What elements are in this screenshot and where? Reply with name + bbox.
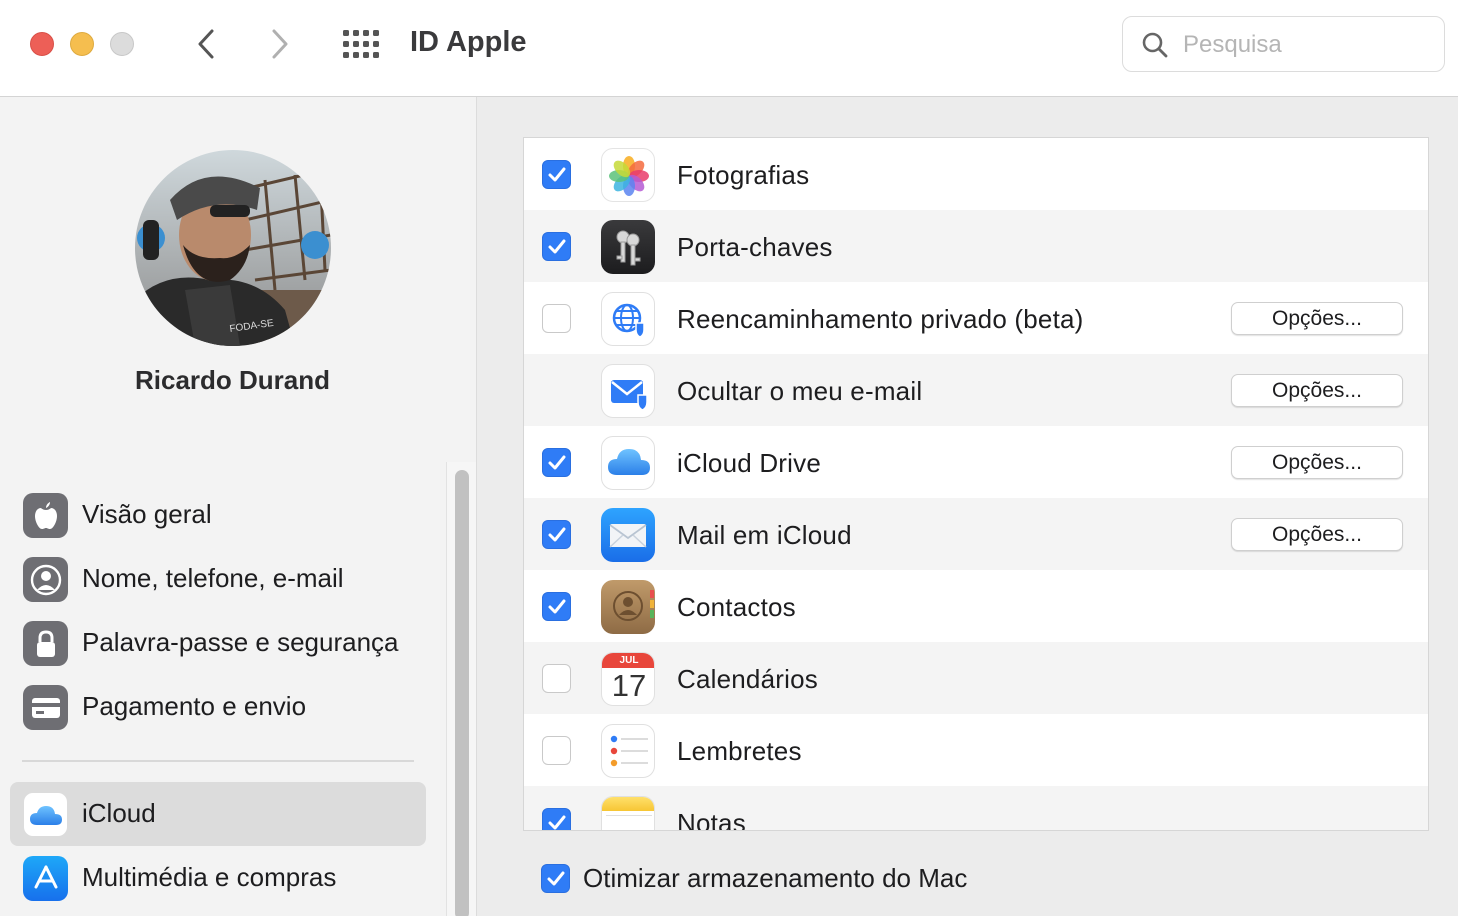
forward-button[interactable] xyxy=(260,24,300,64)
calendar-icon: JUL 17 xyxy=(601,652,655,706)
app-store-icon xyxy=(23,856,68,901)
chevron-left-icon xyxy=(198,29,214,59)
list-item-icloud-drive: iCloud Drive Opções... xyxy=(524,426,1428,498)
icloud-drive-label: iCloud Drive xyxy=(677,448,822,478)
list-item-photos: Fotografias xyxy=(524,138,1428,210)
credit-card-icon xyxy=(23,685,68,730)
mail-options-button[interactable]: Opções... xyxy=(1231,518,1403,551)
optimize-storage-checkbox[interactable] xyxy=(541,864,570,893)
sidebar-item-name-phone-email[interactable]: Nome, telefone, e-mail xyxy=(10,547,426,611)
icloud-drive-icon xyxy=(601,436,655,490)
keychain-icon xyxy=(601,220,655,274)
user-name: Ricardo Durand xyxy=(134,365,331,395)
mail-icon xyxy=(601,508,655,562)
chevron-right-icon xyxy=(272,29,288,59)
checkmark-icon xyxy=(548,455,565,469)
keychain-checkbox[interactable] xyxy=(542,232,571,261)
icloud-drive-checkbox[interactable] xyxy=(542,448,571,477)
sidebar-item-label: Multimédia e compras xyxy=(82,862,337,892)
sidebar-item-label: iCloud xyxy=(82,798,156,828)
hide-my-email-label: Ocultar o meu e-mail xyxy=(677,376,923,406)
search-input[interactable] xyxy=(1183,29,1433,61)
calendar-day: 17 xyxy=(611,668,647,703)
show-all-preferences-button[interactable] xyxy=(340,26,384,62)
close-window-button[interactable] xyxy=(30,32,54,56)
private-relay-icon xyxy=(601,292,655,346)
notes-label: Notas xyxy=(677,808,746,831)
mail-label: Mail em iCloud xyxy=(677,520,852,550)
list-item-private-relay: Reencaminhamento privado (beta) Opções..… xyxy=(524,282,1428,354)
list-item-calendars: JUL 17 Calendários xyxy=(524,642,1428,714)
icloud-icon xyxy=(23,792,68,837)
list-item-contacts: Contactos xyxy=(524,570,1428,642)
contacts-label: Contactos xyxy=(677,592,796,622)
calendars-checkbox[interactable] xyxy=(542,664,571,693)
main-content: Fotografias Porta-chaves Reencaminhament… xyxy=(478,97,1458,916)
sidebar-item-label: Palavra-passe e segurança xyxy=(82,627,399,657)
reminders-icon xyxy=(601,724,655,778)
sidebar-item-media-purchases[interactable]: Multimédia e compras xyxy=(10,846,426,910)
checkmark-icon xyxy=(548,239,565,253)
sidebar-item-overview[interactable]: Visão geral xyxy=(10,483,426,547)
sidebar-item-icloud[interactable]: iCloud xyxy=(10,782,426,846)
minimize-window-button[interactable] xyxy=(70,32,94,56)
person-icon xyxy=(23,557,68,602)
list-item-notes: Notas xyxy=(524,786,1428,831)
checkmark-icon xyxy=(548,599,565,613)
sidebar: FODA-SE Ricardo Durand Visão geral Nome,… xyxy=(0,97,477,916)
checkmark-icon xyxy=(548,167,565,181)
sidebar-divider xyxy=(22,760,414,762)
sidebar-item-payment-shipping[interactable]: Pagamento e envio xyxy=(10,675,426,739)
sidebar-item-password-security[interactable]: Palavra-passe e segurança xyxy=(10,611,426,675)
back-button[interactable] xyxy=(186,24,226,64)
contacts-checkbox[interactable] xyxy=(542,592,571,621)
apple-logo-icon xyxy=(23,493,68,538)
grid-icon xyxy=(343,30,379,58)
checkmark-icon xyxy=(547,871,564,885)
photos-icon xyxy=(601,148,655,202)
photos-label: Fotografias xyxy=(677,160,810,190)
reminders-label: Lembretes xyxy=(677,736,802,766)
calendar-month: JUL xyxy=(619,655,639,666)
hide-my-email-options-button[interactable]: Opções... xyxy=(1231,374,1403,407)
sidebar-item-label: Visão geral xyxy=(82,499,212,529)
checkmark-icon xyxy=(548,527,565,541)
window-title: ID Apple xyxy=(410,26,527,58)
notes-icon xyxy=(601,796,655,830)
private-relay-checkbox[interactable] xyxy=(542,304,571,333)
photos-checkbox[interactable] xyxy=(542,160,571,189)
avatar[interactable]: FODA-SE xyxy=(135,150,331,346)
contacts-icon xyxy=(601,580,655,634)
private-relay-label: Reencaminhamento privado (beta) xyxy=(677,304,1084,334)
calendars-label: Calendários xyxy=(677,664,818,694)
reminders-checkbox[interactable] xyxy=(542,736,571,765)
lock-icon xyxy=(23,621,68,666)
title-bar: ID Apple xyxy=(0,0,1458,97)
hide-my-email-icon xyxy=(601,364,655,418)
list-item-reminders: Lembretes xyxy=(524,714,1428,786)
list-item-keychain: Porta-chaves xyxy=(524,210,1428,282)
private-relay-options-button[interactable]: Opções... xyxy=(1231,302,1403,335)
zoom-window-button[interactable] xyxy=(110,32,134,56)
list-item-hide-my-email: Ocultar o meu e-mail Opções... xyxy=(524,354,1428,426)
checkmark-icon xyxy=(548,815,565,829)
sidebar-item-label: Nome, telefone, e-mail xyxy=(82,563,344,593)
notes-checkbox[interactable] xyxy=(542,808,571,830)
optimize-storage-label: Otimizar armazenamento do Mac xyxy=(583,863,968,893)
search-icon xyxy=(1142,32,1168,58)
sidebar-item-label: Pagamento e envio xyxy=(82,691,307,721)
sidebar-scroll-thumb[interactable] xyxy=(455,470,469,916)
sidebar-scrollbar[interactable] xyxy=(446,462,476,916)
mail-checkbox[interactable] xyxy=(542,520,571,549)
icloud-apps-list: Fotografias Porta-chaves Reencaminhament… xyxy=(523,137,1429,831)
list-item-mail: Mail em iCloud Opções... xyxy=(524,498,1428,570)
icloud-drive-options-button[interactable]: Opções... xyxy=(1231,446,1403,479)
keychain-label: Porta-chaves xyxy=(677,232,833,262)
search-field[interactable] xyxy=(1122,16,1445,72)
profile-photo: FODA-SE xyxy=(135,150,331,346)
